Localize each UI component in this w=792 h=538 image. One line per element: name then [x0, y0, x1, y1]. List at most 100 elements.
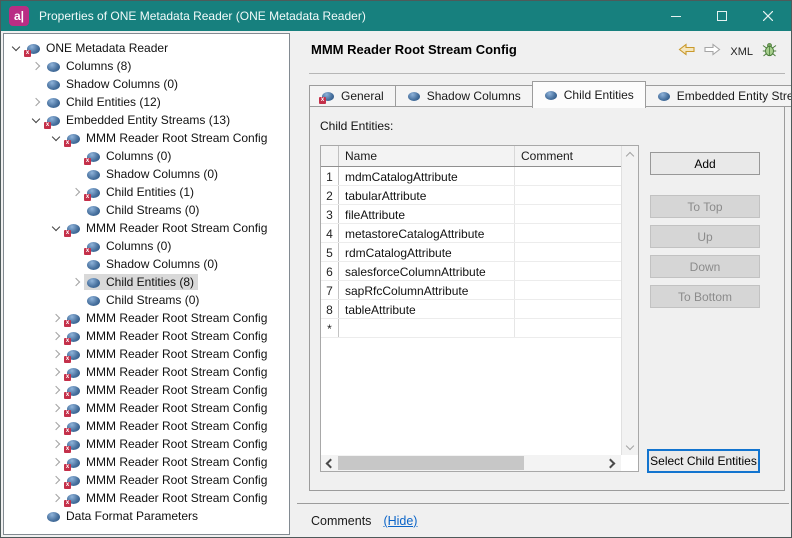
- name-cell[interactable]: salesforceColumnAttribute: [339, 262, 515, 280]
- tree-item-content: xMMM Reader Root Stream Config: [64, 436, 271, 452]
- scroll-left-icon[interactable]: [327, 459, 335, 467]
- back-button[interactable]: [678, 43, 695, 61]
- tree-item[interactable]: xColumns (0): [4, 147, 289, 165]
- scroll-up-icon[interactable]: [627, 151, 634, 158]
- comment-cell[interactable]: [515, 224, 621, 242]
- tree-item[interactable]: Child Entities (8): [4, 273, 289, 291]
- horizontal-scroll-thumb[interactable]: [338, 456, 524, 470]
- tree-item[interactable]: xMMM Reader Root Stream Config: [4, 471, 289, 489]
- tree-item[interactable]: Child Entities (12): [4, 93, 289, 111]
- table-row[interactable]: 7sapRfcColumnAttribute: [321, 281, 621, 300]
- table-row[interactable]: 5rdmCatalogAttribute: [321, 243, 621, 262]
- scroll-right-icon[interactable]: [607, 459, 615, 467]
- chevron-right-icon[interactable]: [49, 365, 64, 379]
- comment-cell[interactable]: [515, 243, 621, 261]
- chevron-right-icon[interactable]: [29, 95, 44, 109]
- table-row[interactable]: 2tabularAttribute: [321, 186, 621, 205]
- vertical-scrollbar[interactable]: [621, 146, 638, 455]
- tree-item[interactable]: xMMM Reader Root Stream Config: [4, 327, 289, 345]
- tree-item[interactable]: xChild Entities (1): [4, 183, 289, 201]
- select-child-entities-button[interactable]: Select Child Entities: [647, 449, 760, 473]
- tree-item[interactable]: xMMM Reader Root Stream Config: [4, 345, 289, 363]
- tree-item[interactable]: xMMM Reader Root Stream Config: [4, 363, 289, 381]
- name-cell[interactable]: mdmCatalogAttribute: [339, 167, 515, 185]
- comment-cell[interactable]: [515, 205, 621, 223]
- comment-cell[interactable]: [515, 281, 621, 299]
- tree-item[interactable]: xMMM Reader Root Stream Config: [4, 399, 289, 417]
- tab-shadow-columns[interactable]: Shadow Columns: [395, 85, 533, 107]
- chevron-right-icon[interactable]: [49, 311, 64, 325]
- tree-item[interactable]: xMMM Reader Root Stream Config: [4, 453, 289, 471]
- tree-item[interactable]: xMMM Reader Root Stream Config: [4, 489, 289, 507]
- table-row[interactable]: 8tableAttribute: [321, 300, 621, 319]
- table-row[interactable]: 4metastoreCatalogAttribute: [321, 224, 621, 243]
- tab-child-entities[interactable]: Child Entities: [532, 81, 646, 108]
- chevron-right-icon[interactable]: [49, 491, 64, 505]
- comment-column-header[interactable]: Comment: [515, 146, 621, 166]
- name-cell[interactable]: metastoreCatalogAttribute: [339, 224, 515, 242]
- chevron-right-icon[interactable]: [49, 473, 64, 487]
- tree-item[interactable]: Data Format Parameters: [4, 507, 289, 525]
- add-button[interactable]: Add: [650, 152, 760, 175]
- table-row[interactable]: 3fileAttribute: [321, 205, 621, 224]
- comment-cell[interactable]: [515, 300, 621, 318]
- chevron-right-icon[interactable]: [49, 437, 64, 451]
- tree-item[interactable]: xMMM Reader Root Stream Config: [4, 309, 289, 327]
- tree-item[interactable]: Child Streams (0): [4, 291, 289, 309]
- tree-item[interactable]: xColumns (0): [4, 237, 289, 255]
- tree-item[interactable]: xMMM Reader Root Stream Config: [4, 219, 289, 237]
- name-cell[interactable]: [339, 319, 515, 337]
- tab-general[interactable]: xGeneral: [309, 85, 396, 107]
- name-cell[interactable]: tabularAttribute: [339, 186, 515, 204]
- comments-hide-link[interactable]: (Hide): [383, 514, 417, 528]
- tree-item[interactable]: Shadow Columns (0): [4, 75, 289, 93]
- tree-item[interactable]: xMMM Reader Root Stream Config: [4, 129, 289, 147]
- tree-item[interactable]: xMMM Reader Root Stream Config: [4, 381, 289, 399]
- tree-item[interactable]: Shadow Columns (0): [4, 165, 289, 183]
- tree-item[interactable]: xMMM Reader Root Stream Config: [4, 417, 289, 435]
- chevron-down-icon[interactable]: [49, 131, 64, 145]
- chevron-down-icon[interactable]: [29, 113, 44, 127]
- chevron-right-icon[interactable]: [69, 275, 84, 289]
- tree-item[interactable]: xMMM Reader Root Stream Config: [4, 435, 289, 453]
- chevron-right-icon[interactable]: [49, 347, 64, 361]
- row-number-header[interactable]: [321, 146, 339, 166]
- tree-item[interactable]: xONE Metadata Reader: [4, 39, 289, 57]
- chevron-right-icon[interactable]: [69, 185, 84, 199]
- comment-cell[interactable]: [515, 186, 621, 204]
- table-row[interactable]: 6salesforceColumnAttribute: [321, 262, 621, 281]
- chevron-down-icon[interactable]: [9, 41, 24, 55]
- minimize-button[interactable]: [653, 1, 699, 31]
- comment-cell[interactable]: [515, 319, 621, 337]
- chevron-right-icon[interactable]: [49, 455, 64, 469]
- maximize-button[interactable]: [699, 1, 745, 31]
- chevron-right-icon[interactable]: [49, 383, 64, 397]
- name-cell[interactable]: sapRfcColumnAttribute: [339, 281, 515, 299]
- metadata-tree[interactable]: xONE Metadata ReaderColumns (8)Shadow Co…: [3, 33, 290, 535]
- comment-cell[interactable]: [515, 262, 621, 280]
- tree-item[interactable]: Child Streams (0): [4, 201, 289, 219]
- name-column-header[interactable]: Name: [339, 146, 515, 166]
- name-cell[interactable]: tableAttribute: [339, 300, 515, 318]
- name-cell[interactable]: fileAttribute: [339, 205, 515, 223]
- chevron-right-icon[interactable]: [49, 329, 64, 343]
- horizontal-scrollbar[interactable]: [321, 455, 621, 471]
- name-cell[interactable]: rdmCatalogAttribute: [339, 243, 515, 261]
- chevron-down-icon[interactable]: [49, 221, 64, 235]
- table-row[interactable]: *: [321, 319, 621, 338]
- tree-item[interactable]: xEmbedded Entity Streams (13): [4, 111, 289, 129]
- table-row[interactable]: 1mdmCatalogAttribute: [321, 167, 621, 186]
- chevron-right-icon[interactable]: [29, 59, 44, 73]
- tree-item-content: xMMM Reader Root Stream Config: [64, 310, 271, 326]
- tree-item[interactable]: Columns (8): [4, 57, 289, 75]
- tree-item[interactable]: Shadow Columns (0): [4, 255, 289, 273]
- close-button[interactable]: [745, 1, 791, 31]
- comment-cell[interactable]: [515, 167, 621, 185]
- xml-view-button[interactable]: XML: [730, 46, 753, 58]
- chevron-right-icon[interactable]: [49, 401, 64, 415]
- chevron-right-icon[interactable]: [49, 419, 64, 433]
- scroll-down-icon[interactable]: [627, 443, 634, 450]
- forward-button[interactable]: [704, 43, 721, 61]
- tab-embedded-entity-streams[interactable]: Embedded Entity Streams: [645, 85, 792, 107]
- debug-button[interactable]: [762, 42, 777, 62]
